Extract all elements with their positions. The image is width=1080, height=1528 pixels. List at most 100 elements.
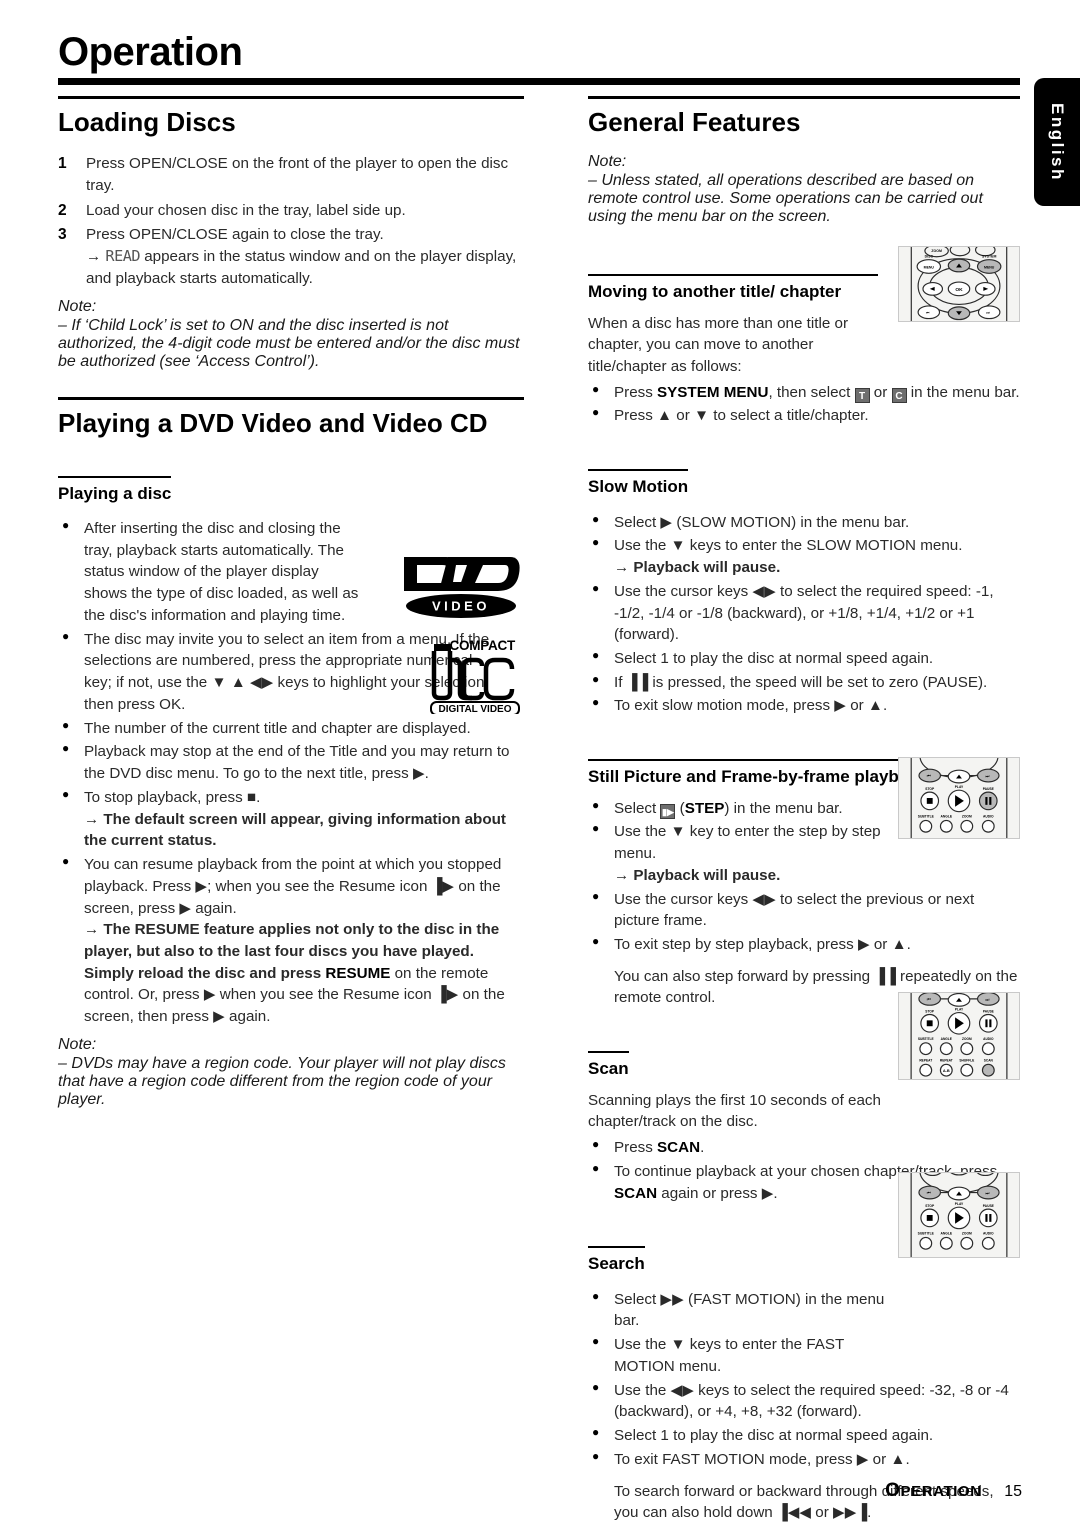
svg-text:PLAY: PLAY <box>955 1202 964 1206</box>
svg-text:MENU: MENU <box>924 265 935 269</box>
language-tab-label: English <box>1048 102 1067 182</box>
svg-text:REPEAT: REPEAT <box>919 1058 932 1062</box>
dvd-video-logo: VIDEO <box>400 553 522 621</box>
svg-text:PAUSE: PAUSE <box>983 1010 995 1014</box>
bullet-text: The number of the current title and chap… <box>84 719 471 737</box>
svg-text:AUDIO: AUDIO <box>983 815 994 819</box>
bullet-result: → The default screen will appear, giving… <box>84 810 506 850</box>
svg-text:PAUSE: PAUSE <box>983 1204 995 1208</box>
bullet-text: Select ▶▶ (FAST MOTION) in the menu bar. <box>614 1290 885 1330</box>
bullet-text: Use the ▼ key to enter the step by step … <box>614 823 881 863</box>
subheading-moving-to-another-title: Moving to another title/ chapter <box>588 274 878 302</box>
bullet-text: Press ▲ or ▼ to select a title/chapter. <box>614 407 869 425</box>
list-item: Use the ▼ keys to enter the FAST MOTION … <box>588 1333 888 1377</box>
svg-text:VIDEO: VIDEO <box>432 599 490 614</box>
bullet-text-post: in the menu bar. <box>906 383 1020 401</box>
header-divider <box>58 78 1020 85</box>
bullet-text: Use the cursor keys ◀▶ to select the pre… <box>614 890 975 930</box>
bullet-text-post: ) in the menu bar. <box>724 799 843 817</box>
bullet-text: Use the ▼ keys to enter the FAST MOTION … <box>614 1336 845 1375</box>
list-item: Select ▶ (SLOW MOTION) in the menu bar. <box>588 511 1020 534</box>
moving-intro-text: When a disc has more than one title or c… <box>588 314 849 375</box>
compact-disc-digital-video-logo: COMPACT DIGITAL VIDEO <box>422 634 526 716</box>
svg-text:⏭: ⏭ <box>986 310 990 315</box>
svg-text:SUBTITLE: SUBTITLE <box>918 1232 935 1236</box>
bullet-text: Use the ▼ keys to enter the SLOW MOTION … <box>614 537 963 555</box>
subheading-playing-a-disc: Playing a disc <box>58 475 172 504</box>
list-item: Use the ▼ keys to enter the SLOW MOTION … <box>588 534 1020 578</box>
svg-text:AUDIO: AUDIO <box>983 1037 994 1041</box>
list-item: Select 1 to play the disc at normal spee… <box>588 1424 1020 1447</box>
heading-general-features: General Features <box>588 96 1020 137</box>
list-item: Select ▶▶ (FAST MOTION) in the menu bar. <box>588 1288 906 1332</box>
svg-text:⏭: ⏭ <box>985 997 989 1002</box>
bullet-text: After inserting the disc and closing the… <box>84 520 359 624</box>
list-item: To exit step by step playback, press ▶ o… <box>588 933 1020 956</box>
bullet-text-post: again or press ▶. <box>657 1184 778 1202</box>
note-label: Note: <box>58 297 97 315</box>
footer-label-rest: PERATION <box>900 1483 982 1500</box>
step-result: → READ appears in the status window and … <box>86 246 524 289</box>
svg-text:⏭: ⏭ <box>985 1190 989 1195</box>
list-item: The number of the current title and chap… <box>58 717 524 740</box>
svg-text:SUBTITLE: SUBTITLE <box>918 815 935 819</box>
svg-text:SCAN: SCAN <box>984 1058 994 1062</box>
step-text: Press OPEN/CLOSE again to close the tray… <box>86 226 384 244</box>
list-item: Use the cursor keys ◀▶ to select the req… <box>588 580 1020 646</box>
chapter-icon: C <box>891 387 907 403</box>
svg-text:⏮: ⏮ <box>927 1190 931 1195</box>
svg-text:⏭: ⏭ <box>985 774 989 779</box>
note-general-features: Note: – Unless stated, all operations de… <box>588 153 1020 226</box>
svg-text:ANGLE: ANGLE <box>941 1037 953 1041</box>
remote-illustration-search: STOP PLAY PAUSE SUBTITLE ANGLE ZOOM AUDIO ⏮ ⏭ <box>898 1148 1020 1261</box>
subheading-search: Search <box>588 1246 645 1274</box>
language-tab: English <box>1034 78 1080 206</box>
svg-text:⏮: ⏮ <box>927 997 931 1002</box>
svg-text:PAUSE: PAUSE <box>983 787 995 791</box>
svg-text:STOP: STOP <box>925 1010 935 1014</box>
note-text: – DVDs may have a region code. Your play… <box>58 1054 506 1108</box>
step-number: 3 <box>58 226 67 244</box>
note-label: Note: <box>58 1035 97 1053</box>
step-keyword: STEP <box>684 799 725 817</box>
list-item: 1 Press OPEN/CLOSE on the front of the p… <box>58 153 524 196</box>
svg-text:PLAY: PLAY <box>955 1008 964 1012</box>
bullet-text-pre: Select <box>614 799 661 817</box>
step-result-text: appears in the status window and on the … <box>86 248 517 287</box>
svg-text:SUBTITLE: SUBTITLE <box>918 1037 935 1041</box>
heading-playing-dvd: Playing a DVD Video and Video CD <box>58 396 524 438</box>
svg-text:A-B: A-B <box>943 1068 950 1073</box>
slow-motion-bullets: Select ▶ (SLOW MOTION) in the menu bar. … <box>588 511 1020 718</box>
bullet-text: Use the cursor keys ◀▶ to select the req… <box>614 582 994 644</box>
list-item: Press ▲ or ▼ to select a title/chapter. <box>588 404 1020 427</box>
bullet-text-post: . <box>700 1139 705 1157</box>
resume-keyword: RESUME <box>325 964 391 982</box>
bullet-text: Select 1 to play the disc at normal spee… <box>614 649 934 667</box>
svg-text:DIGITAL VIDEO: DIGITAL VIDEO <box>439 704 512 714</box>
bullet-text-or: or <box>869 383 892 401</box>
svg-text:SHUFFLE: SHUFFLE <box>959 1058 975 1062</box>
bullet-text: To exit slow motion mode, press ▶ or ▲. <box>614 697 888 715</box>
loading-discs-steps: 1 Press OPEN/CLOSE on the front of the p… <box>58 153 524 289</box>
list-item: Press SCAN. <box>588 1136 1020 1159</box>
note-child-lock: Note: – If ‘Child Lock’ is set to ON and… <box>58 298 524 371</box>
step-text: Press OPEN/CLOSE on the front of the pla… <box>86 155 509 194</box>
list-item: You can resume playback from the point a… <box>58 853 524 1028</box>
list-item: Select ▮▶ (STEP) in the menu bar. <box>588 797 908 820</box>
svg-text:DISC: DISC <box>925 255 934 259</box>
svg-text:STOP: STOP <box>925 787 935 791</box>
svg-text:ZOOM: ZOOM <box>931 249 942 253</box>
bullet-text: To stop playback, press ■. <box>84 788 261 806</box>
page-footer: OPERATION 15 <box>0 1480 1080 1502</box>
bullet-result: → The RESUME feature applies not only to… <box>84 919 524 1028</box>
step-text: Load your chosen disc in the tray, label… <box>86 201 406 219</box>
subheading-scan: Scan <box>588 1051 629 1079</box>
system-menu-keyword: SYSTEM MENU <box>657 383 769 401</box>
svg-text:MENU: MENU <box>984 265 995 269</box>
svg-text:STOP: STOP <box>925 1204 935 1208</box>
list-item: After inserting the disc and closing the… <box>58 517 363 627</box>
list-item: Use the ▼ key to enter the step by step … <box>588 820 908 886</box>
list-item: To stop playback, press ■. → The default… <box>58 786 524 852</box>
moving-bullets: Press SYSTEM MENU, then select T or C in… <box>588 381 1020 427</box>
list-item: Press SYSTEM MENU, then select T or C in… <box>588 381 1020 404</box>
